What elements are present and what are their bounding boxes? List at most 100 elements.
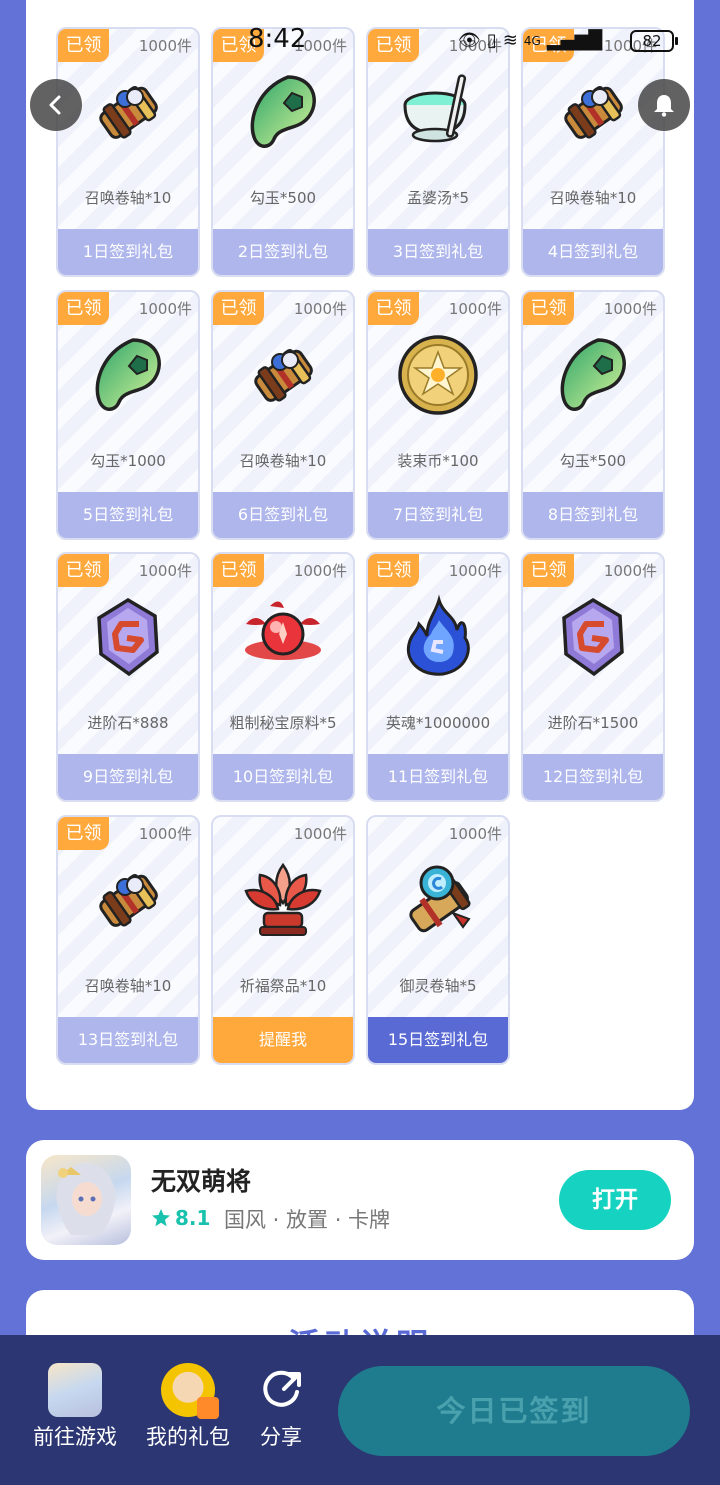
lotus-offering-icon — [240, 857, 326, 943]
spirit-scroll-icon — [395, 857, 481, 943]
soup-bowl-icon — [395, 69, 481, 155]
gift-pack-label: 10日签到礼包 — [213, 754, 353, 800]
gift-pack-label: 11日签到礼包 — [368, 754, 508, 800]
share-icon — [263, 1370, 301, 1407]
gift-pack-label: 8日签到礼包 — [523, 492, 663, 538]
checkin-tile[interactable]: 已领 1000件 召唤卷轴*10 1日签到礼包 — [56, 27, 200, 277]
item-name: 粗制秘宝原料*5 — [229, 714, 337, 732]
summon-scroll-icon — [240, 332, 326, 418]
claimed-badge: 已领 — [523, 292, 574, 325]
my-gifts-label: 我的礼包 — [146, 1425, 230, 1449]
item-name: 御灵卷轴*5 — [399, 977, 477, 995]
item-name: 装束币*100 — [397, 452, 479, 470]
gift-pack-label: 1日签到礼包 — [58, 229, 198, 275]
signed-today-button[interactable]: 今日已签到 — [338, 1366, 690, 1456]
stock-count: 1000件 — [138, 562, 192, 580]
stock-count: 1000件 — [138, 37, 192, 55]
gift-pack-label: 2日签到礼包 — [213, 229, 353, 275]
item-name: 勾玉*1000 — [90, 452, 166, 470]
summon-scroll-icon — [550, 69, 636, 155]
stock-count: 1000件 — [448, 562, 502, 580]
app-tags: 国风 · 放置 · 卡牌 — [224, 1208, 391, 1232]
magatama-icon — [550, 332, 636, 418]
claimed-badge: 已领 — [58, 554, 109, 587]
gold-coin-icon — [395, 332, 481, 418]
blue-spirit-flame-icon — [395, 594, 481, 680]
notification-button[interactable] — [638, 79, 690, 131]
app-icon[interactable] — [41, 1155, 131, 1245]
checkin-tile[interactable]: 已领 1000件 勾玉*500 2日签到礼包 — [211, 27, 355, 277]
goto-game-label: 前往游戏 — [33, 1425, 117, 1449]
remind-me-button[interactable]: 提醒我 — [213, 1017, 353, 1063]
stock-count: 1000件 — [448, 300, 502, 318]
claimed-badge: 已领 — [58, 817, 109, 850]
checkin-tile[interactable]: 已领 1000件 英魂*1000000 11日签到礼包 — [366, 552, 510, 802]
app-rating: 8.1 — [151, 1206, 210, 1230]
game-icon — [48, 1363, 102, 1417]
my-gifts-button[interactable]: 我的礼包 — [140, 1363, 236, 1451]
gift-pack-label: 6日签到礼包 — [213, 492, 353, 538]
gift-pack-label[interactable]: 15日签到礼包 — [368, 1017, 508, 1063]
stock-count: 1000件 — [293, 825, 347, 843]
item-name: 英魂*1000000 — [385, 714, 491, 732]
open-app-button[interactable]: 打开 — [559, 1170, 671, 1230]
magatama-icon — [240, 69, 326, 155]
advance-stone-icon — [85, 594, 171, 680]
bell-icon — [654, 95, 674, 117]
summon-scroll-icon — [85, 69, 171, 155]
share-label: 分享 — [260, 1425, 302, 1449]
claimed-badge: 已领 — [58, 29, 109, 62]
checkin-tile[interactable]: 已领 1000件召唤卷轴*10 4日签到礼包 — [521, 27, 665, 277]
claimed-badge: 已领 — [523, 29, 574, 62]
app-name: 无双萌将 — [151, 1167, 252, 1196]
gift-pack-label: 13日签到礼包 — [58, 1017, 198, 1063]
item-name: 孟婆汤*5 — [406, 189, 470, 207]
claimed-badge: 已领 — [523, 554, 574, 587]
checkin-tile[interactable]: 已领 1000件勾玉*1000 5日签到礼包 — [56, 290, 200, 540]
checkin-tile[interactable]: 已领 1000件 粗制秘宝原料*5 10日签到礼包 — [211, 552, 355, 802]
bottom-bar: 前往游戏 我的礼包 分享 今日已签到 — [0, 1335, 720, 1485]
item-name: 召唤卷轴*10 — [239, 452, 327, 470]
stock-count: 1000件 — [603, 37, 657, 55]
stock-count: 1000件 — [293, 37, 347, 55]
checkin-tile[interactable]: 已领 1000件 进阶石*1500 12日签到礼包 — [521, 552, 665, 802]
item-name: 进阶石*1500 — [547, 714, 639, 732]
stock-count: 1000件 — [603, 562, 657, 580]
magatama-icon — [85, 332, 171, 418]
gift-pack-label: 4日签到礼包 — [523, 229, 663, 275]
stock-count: 1000件 — [603, 300, 657, 318]
item-name: 进阶石*888 — [87, 714, 169, 732]
app-card: 无双萌将 8.1 国风 · 放置 · 卡牌 打开 — [26, 1140, 694, 1260]
checkin-tile[interactable]: 1000件御灵卷轴*5 15日签到礼包 — [366, 815, 510, 1065]
checkin-tile[interactable]: 1000件祈福祭品*10 提醒我 — [211, 815, 355, 1065]
gift-pack-label: 5日签到礼包 — [58, 492, 198, 538]
back-button[interactable] — [30, 79, 82, 131]
stock-count: 1000件 — [293, 300, 347, 318]
item-name: 召唤卷轴*10 — [549, 189, 637, 207]
checkin-tile[interactable]: 已领 1000件 召唤卷轴*10 13日签到礼包 — [56, 815, 200, 1065]
checkin-tile[interactable]: 已领 1000件 召唤卷轴*10 6日签到礼包 — [211, 290, 355, 540]
share-button[interactable]: 分享 — [233, 1363, 329, 1451]
gift-pack-label: 7日签到礼包 — [368, 492, 508, 538]
goto-game-button[interactable]: 前往游戏 — [27, 1363, 123, 1451]
checkin-tile[interactable]: 已领 1000件进阶石*888 9日签到礼包 — [56, 552, 200, 802]
avatar-gift-icon — [161, 1363, 219, 1419]
claimed-badge: 已领 — [213, 29, 264, 62]
claimed-badge: 已领 — [58, 292, 109, 325]
item-name: 召唤卷轴*10 — [84, 977, 172, 995]
summon-scroll-icon — [85, 857, 171, 943]
checkin-tile[interactable]: 已领 1000件 装束币*100 7日签到礼包 — [366, 290, 510, 540]
stock-count: 1000件 — [448, 37, 502, 55]
stock-count: 1000件 — [448, 825, 502, 843]
item-name: 祈福祭品*10 — [239, 977, 327, 995]
rating-score: 8.1 — [175, 1206, 211, 1230]
checkin-tile[interactable]: 已领 1000件 勾玉*500 8日签到礼包 — [521, 290, 665, 540]
gift-pack-label: 3日签到礼包 — [368, 229, 508, 275]
star-icon — [152, 1209, 170, 1227]
chevron-left-icon — [49, 95, 61, 115]
advance-stone-icon — [550, 594, 636, 680]
stock-count: 1000件 — [138, 300, 192, 318]
claimed-badge: 已领 — [213, 554, 264, 587]
gift-pack-label: 9日签到礼包 — [58, 754, 198, 800]
checkin-tile[interactable]: 已领 1000件 孟婆汤*5 3日签到礼包 — [366, 27, 510, 277]
